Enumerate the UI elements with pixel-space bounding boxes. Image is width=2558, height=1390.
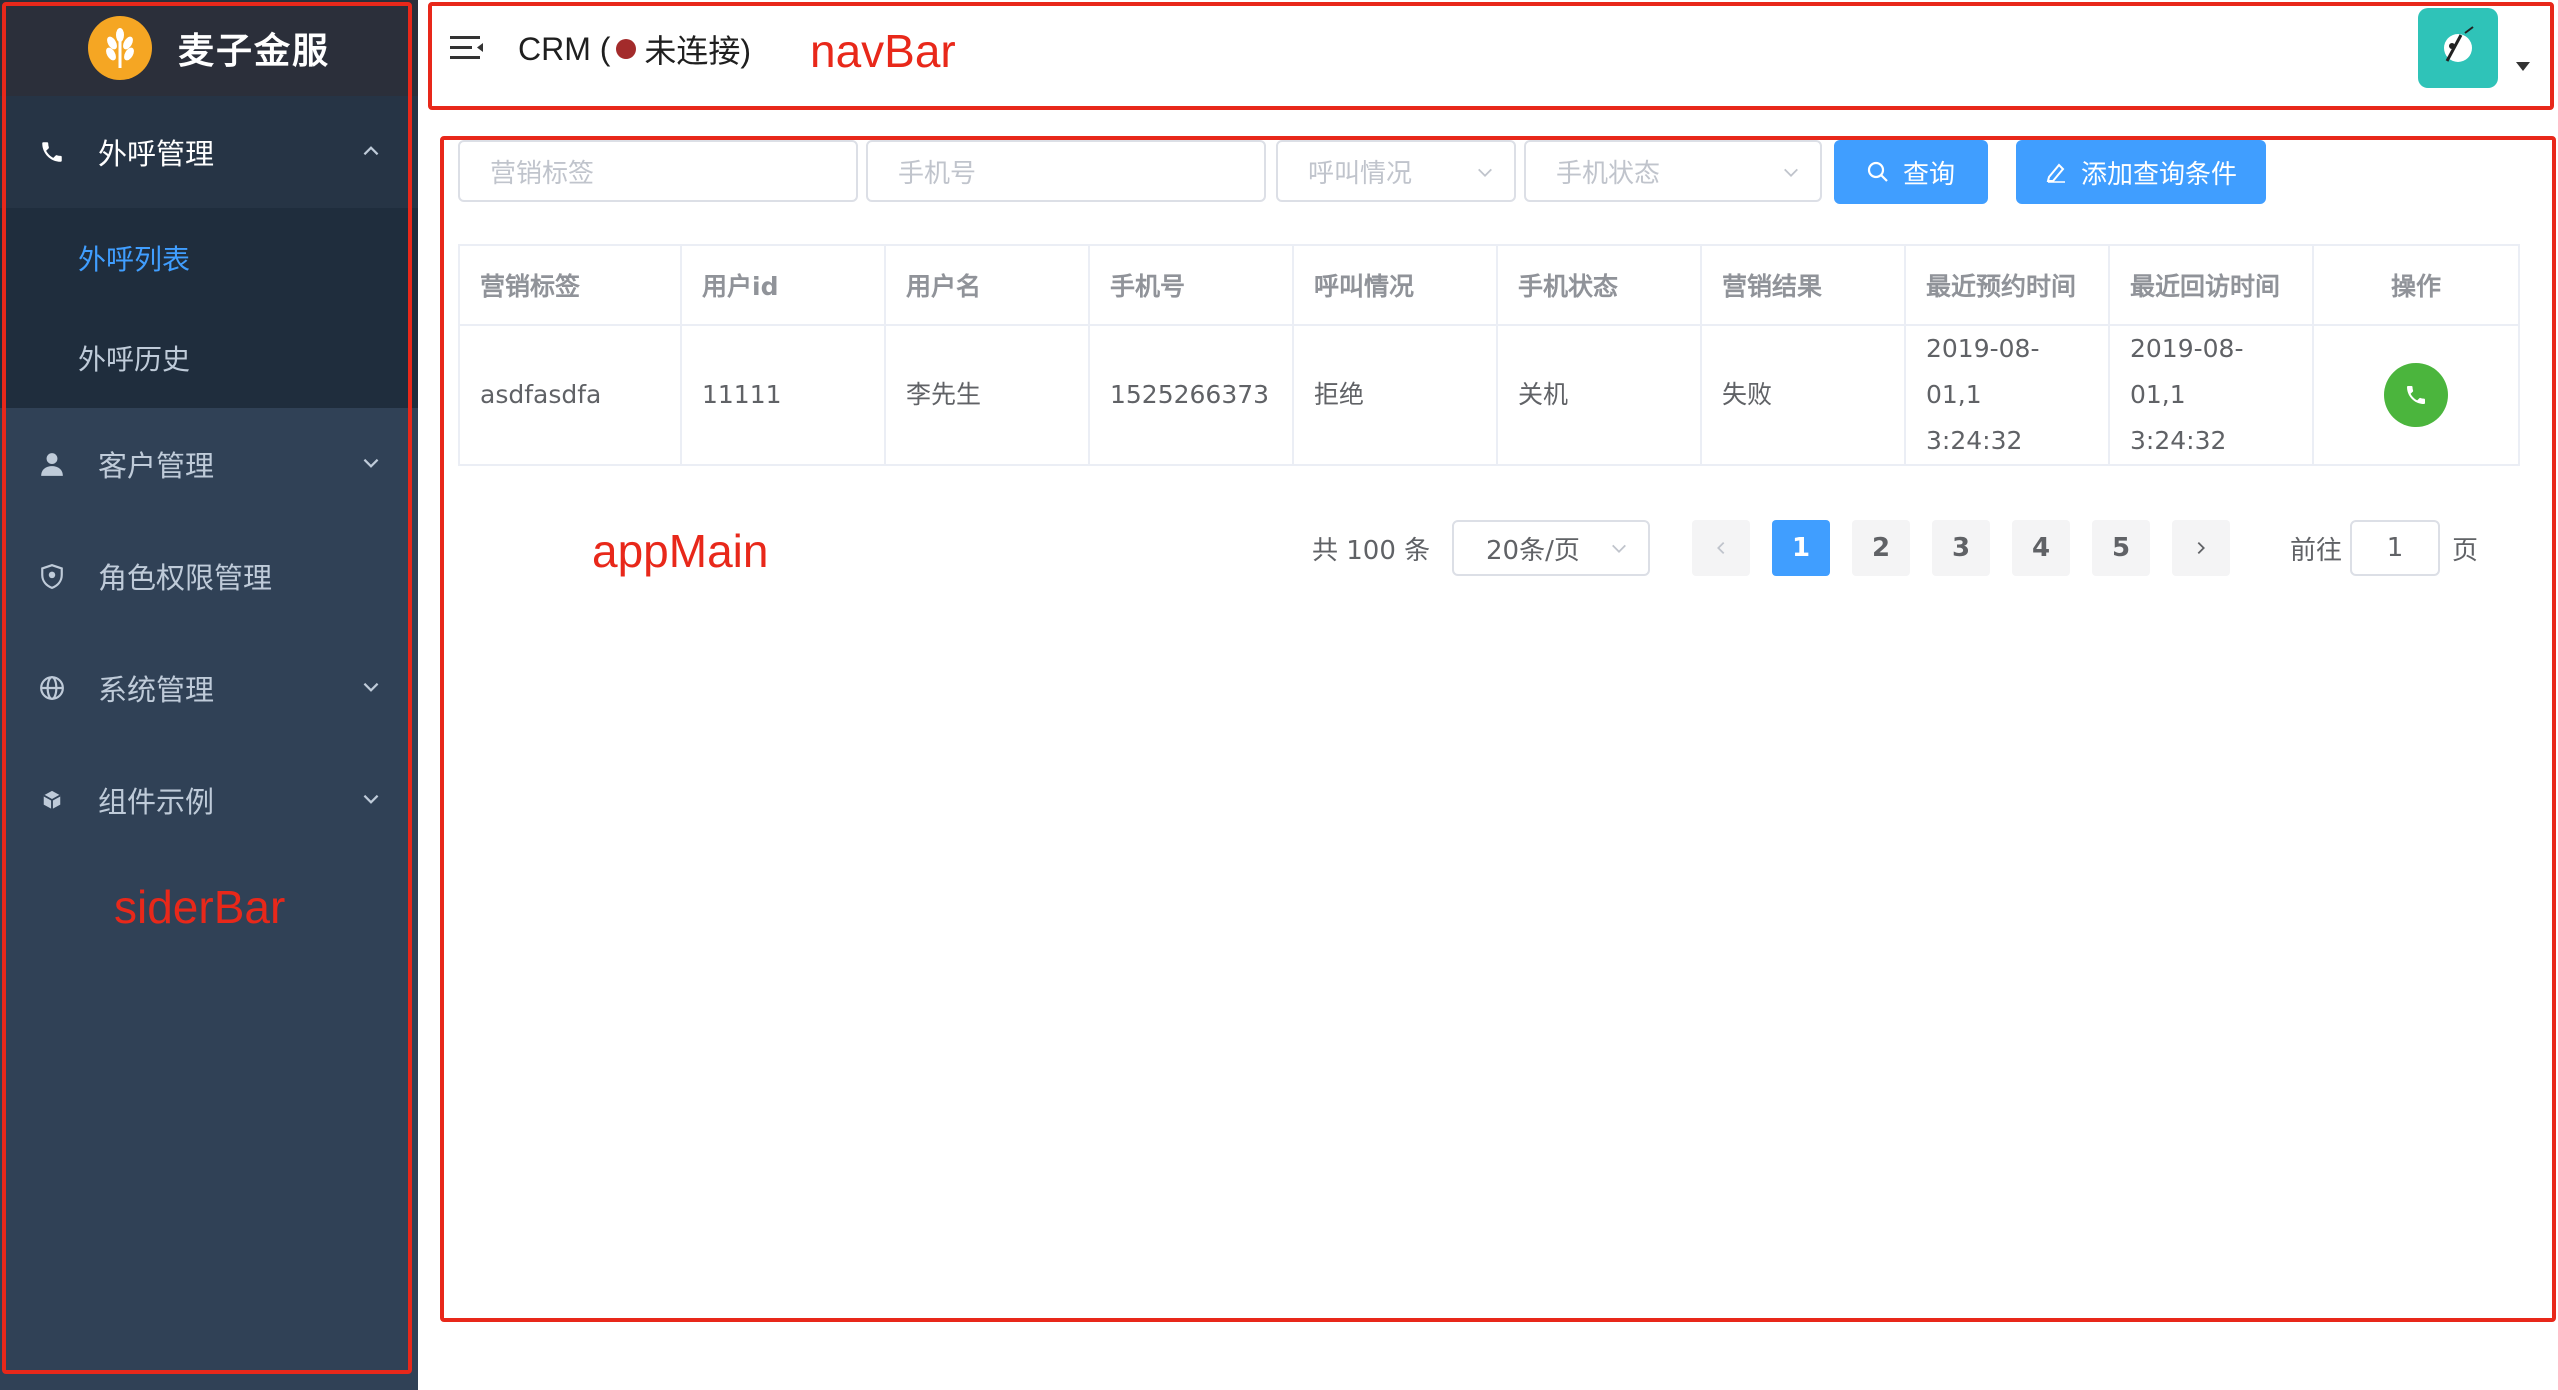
recent-visit-line1: 2019-08-01,1 — [2130, 334, 2244, 409]
phone-status-cell: 关机 — [1496, 324, 1702, 466]
phone-status-select[interactable]: 手机状态 — [1524, 140, 1822, 202]
goto-page-input[interactable]: 1 — [2350, 520, 2440, 576]
call-status-cell: 拒绝 — [1292, 324, 1498, 466]
call-status-select[interactable]: 呼叫情况 — [1276, 140, 1516, 202]
add-condition-button[interactable]: 添加查询条件 — [2016, 140, 2266, 204]
result-cell: 失败 — [1700, 324, 1906, 466]
page-button-4[interactable]: 4 — [2012, 520, 2070, 576]
table-header-cell: 呼叫情况 — [1292, 244, 1498, 326]
phone-status-placeholder: 手机状态 — [1556, 158, 1661, 189]
call-button[interactable] — [2384, 363, 2448, 427]
table-header-cell: 营销标签 — [458, 244, 682, 326]
marketing-tag-placeholder: 营销标签 — [490, 158, 595, 189]
table-header-cell: 手机状态 — [1496, 244, 1702, 326]
appmain-annotation-label: appMain — [592, 525, 769, 577]
recent-appointment-line1: 2019-08-01,1 — [1926, 334, 2040, 409]
table-header-cell: 最近预约时间 — [1904, 244, 2110, 326]
goto-suffix: 页 — [2452, 535, 2479, 566]
phone-icon — [2407, 386, 2425, 404]
hamburger-menu-icon[interactable] — [450, 34, 484, 64]
sidebar-annotation-label: siderBar — [114, 881, 286, 933]
user-avatar[interactable] — [2418, 8, 2498, 88]
table-header-cell: 营销结果 — [1700, 244, 1906, 326]
table-header-cell: 用户名 — [884, 244, 1090, 326]
action-cell — [2312, 324, 2520, 466]
table-row: asdfasdfa 11111 李先生 1525266373 拒绝 关机 失败 … — [458, 324, 2520, 466]
user-dropdown-caret-icon[interactable] — [2516, 62, 2530, 71]
page-button-1[interactable]: 1 — [1772, 520, 1830, 576]
recent-appointment-line2: 3:24:32 — [1926, 426, 2023, 455]
recent-visit-line2: 3:24:32 — [2130, 426, 2227, 455]
user-name-cell: 李先生 — [884, 324, 1090, 466]
page-button-2[interactable]: 2 — [1852, 520, 1910, 576]
table-header-cell: 用户id — [680, 244, 886, 326]
page-button-3[interactable]: 3 — [1932, 520, 1990, 576]
phone-input[interactable]: 手机号 — [866, 140, 1266, 202]
phone-cell: 1525266373 — [1088, 324, 1294, 466]
call-status-placeholder: 呼叫情况 — [1308, 158, 1413, 189]
chevron-right-icon — [2197, 541, 2205, 555]
table-header-row: 营销标签 用户id 用户名 手机号 呼叫情况 手机状态 营销结果 最近预约时间 … — [458, 244, 2520, 326]
table-header-cell: 操作 — [2312, 244, 2520, 326]
call-list-table: 营销标签 用户id 用户名 手机号 呼叫情况 手机状态 营销结果 最近预约时间 … — [458, 244, 2520, 466]
crm-connection-title: CRM ( 未连接) — [518, 26, 751, 72]
marketing-tag-cell: asdfasdfa — [458, 324, 682, 466]
page-button-5[interactable]: 5 — [2092, 520, 2150, 576]
page-size-value: 20条/页 — [1486, 535, 1580, 566]
chevron-down-icon — [1478, 168, 1492, 177]
pagination-total: 共 100 条 — [1312, 535, 1431, 566]
sidebar-annotation-frame — [2, 2, 412, 1374]
add-condition-button-label: 添加查询条件 — [2080, 159, 2237, 190]
goto-prefix: 前往 — [2290, 535, 2343, 566]
page-size-select[interactable]: 20条/页 — [1452, 520, 1650, 576]
status-dot-icon — [616, 39, 637, 59]
recent-visit-cell: 2019-08-01,1 3:24:32 — [2108, 324, 2314, 466]
user-id-cell: 11111 — [680, 324, 886, 466]
table-header-cell: 手机号 — [1088, 244, 1294, 326]
recent-appointment-cell: 2019-08-01,1 3:24:32 — [1904, 324, 2110, 466]
chevron-down-icon — [1612, 544, 1626, 553]
search-button[interactable]: 查询 — [1834, 140, 1988, 204]
chevron-down-icon — [1784, 168, 1798, 177]
prev-page-button[interactable] — [1692, 520, 1750, 576]
chevron-left-icon — [1717, 541, 1725, 555]
avatar-image-icon — [2444, 26, 2474, 62]
connection-status-text: 未连接) — [644, 33, 752, 69]
table-header-cell: 最近回访时间 — [2108, 244, 2314, 326]
marketing-tag-input[interactable]: 营销标签 — [458, 140, 858, 202]
edit-icon — [2045, 161, 2067, 183]
search-button-label: 查询 — [1902, 159, 1955, 190]
search-icon — [1867, 161, 1889, 183]
next-page-button[interactable] — [2172, 520, 2230, 576]
phone-placeholder: 手机号 — [898, 158, 977, 189]
crm-title-prefix: CRM ( — [518, 30, 611, 67]
